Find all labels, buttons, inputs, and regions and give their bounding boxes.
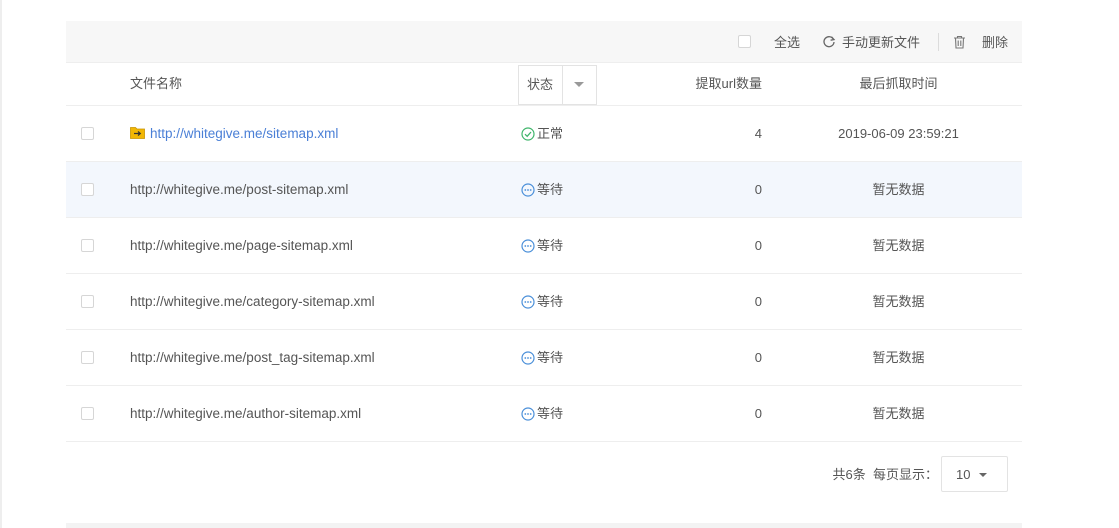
table-row: http://whitegive.me/post_tag-sitemap.xml… (66, 330, 1022, 386)
row-checkbox[interactable] (81, 407, 94, 420)
last-crawl-cell: 暂无数据 (872, 238, 925, 253)
toolbar-divider (937, 32, 939, 51)
sitemap-url-text: http://whitegive.me/category-sitemap.xml (130, 294, 375, 309)
pending-icon (521, 350, 535, 365)
select-all-label: 全选 (773, 35, 800, 50)
pagination: 共6条 每页显示： 10 (66, 455, 1022, 495)
total-count-label: 共6条 (832, 467, 866, 482)
sitemap-url-text: http://whitegive.me/post_tag-sitemap.xml (130, 350, 375, 365)
delete-button[interactable]: 删除 (953, 32, 1008, 51)
status-text: 正常 (537, 126, 564, 141)
trash-icon (953, 35, 966, 49)
status-cell: 等待 (521, 218, 563, 273)
status-filter-dropdown[interactable]: 状态 (518, 65, 597, 105)
url-count-cell: 0 (754, 350, 762, 365)
last-crawl-cell: 2019-06-09 23:59:21 (838, 126, 959, 141)
page-size-value: 10 (956, 467, 971, 482)
url-count-cell: 0 (754, 406, 762, 421)
check-circle-icon (521, 126, 535, 141)
status-text: 等待 (537, 350, 564, 365)
last-crawl-cell: 暂无数据 (872, 350, 925, 365)
manual-refresh-button[interactable]: 手动更新文件 (822, 32, 920, 51)
status-cell: 等待 (521, 386, 563, 441)
left-border (0, 0, 2, 528)
column-header-status: 状态 (527, 77, 554, 92)
status-cell: 正常 (521, 106, 563, 161)
row-checkbox[interactable] (81, 295, 94, 308)
row-checkbox[interactable] (81, 239, 94, 252)
table-row: http://whitegive.me/sitemap.xml 正常 4 201… (66, 106, 1022, 162)
column-header-name: 文件名称 (130, 76, 183, 91)
status-cell: 等待 (521, 274, 563, 329)
sitemap-url-text: http://whitegive.me/page-sitemap.xml (130, 238, 353, 253)
sitemap-url-text: http://whitegive.me/post-sitemap.xml (130, 182, 349, 197)
select-all-checkbox[interactable]: 全选 (737, 32, 800, 51)
sitemap-index-icon (130, 126, 145, 139)
delete-label: 删除 (981, 35, 1008, 50)
status-text: 等待 (537, 294, 564, 309)
status-text: 等待 (537, 238, 564, 253)
last-crawl-cell: 暂无数据 (872, 294, 925, 309)
table-row: http://whitegive.me/author-sitemap.xml 等… (66, 386, 1022, 442)
sitemap-table-panel: 全选 手动更新文件 删除 文件名称 状态 提取url数量 最后抓取时间 http… (66, 21, 1022, 442)
row-checkbox[interactable] (81, 351, 94, 364)
url-count-cell: 0 (754, 182, 762, 197)
table-header: 文件名称 状态 提取url数量 最后抓取时间 (66, 63, 1022, 106)
pending-icon (521, 406, 535, 421)
refresh-icon (822, 35, 836, 49)
table-row: http://whitegive.me/category-sitemap.xml… (66, 274, 1022, 330)
per-page-label: 每页显示： (872, 467, 938, 482)
column-header-url-count: 提取url数量 (695, 76, 762, 91)
chevron-down-icon[interactable] (574, 82, 584, 87)
select-all-box[interactable] (737, 35, 751, 48)
url-count-cell: 0 (754, 238, 762, 253)
column-header-last-crawl: 最后抓取时间 (859, 76, 938, 91)
table-toolbar: 全选 手动更新文件 删除 (66, 21, 1022, 63)
caret-down-icon (979, 473, 987, 477)
url-count-cell: 0 (754, 294, 762, 309)
status-filter-divider (562, 66, 563, 104)
status-cell: 等待 (521, 162, 563, 217)
status-text: 等待 (537, 406, 564, 421)
pending-icon (521, 238, 535, 253)
page-size-select[interactable]: 10 (941, 456, 1008, 492)
manual-refresh-label: 手动更新文件 (841, 35, 920, 50)
last-crawl-cell: 暂无数据 (872, 182, 925, 197)
last-crawl-cell: 暂无数据 (872, 406, 925, 421)
status-text: 等待 (537, 182, 564, 197)
row-checkbox[interactable] (81, 127, 94, 140)
pending-icon (521, 182, 535, 197)
pending-icon (521, 294, 535, 309)
bottom-divider (66, 523, 1022, 528)
pagination-summary: 共6条 每页显示： (833, 455, 938, 495)
table-row: http://whitegive.me/post-sitemap.xml 等待 … (66, 162, 1022, 218)
table-row: http://whitegive.me/page-sitemap.xml 等待 … (66, 218, 1022, 274)
sitemap-url-text: http://whitegive.me/author-sitemap.xml (130, 406, 362, 421)
sitemap-link[interactable]: http://whitegive.me/sitemap.xml (150, 106, 338, 161)
status-cell: 等待 (521, 330, 563, 385)
row-checkbox[interactable] (81, 183, 94, 196)
url-count-cell: 4 (754, 126, 762, 141)
